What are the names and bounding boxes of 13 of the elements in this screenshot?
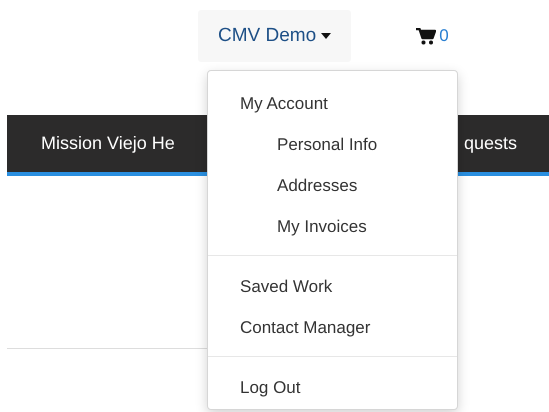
nav-link[interactable]: Mission Viejo He [41, 133, 175, 154]
menu-item[interactable]: Log Out [208, 367, 457, 408]
account-dropdown-button[interactable]: CMV Demo [198, 10, 352, 62]
menu-item[interactable]: Contact Manager [208, 307, 457, 348]
cart-icon [416, 28, 436, 44]
menu-item[interactable]: My Account [208, 83, 457, 124]
nav-link[interactable]: quests [464, 133, 517, 154]
submenu-item[interactable]: Addresses [208, 165, 457, 206]
caret-icon [321, 33, 332, 39]
cart-link[interactable]: 0 [416, 26, 449, 46]
submenu-item[interactable]: My Invoices [208, 206, 457, 247]
menu-item[interactable]: Saved Work [208, 266, 457, 307]
submenu-item[interactable]: Personal Info [208, 124, 457, 165]
